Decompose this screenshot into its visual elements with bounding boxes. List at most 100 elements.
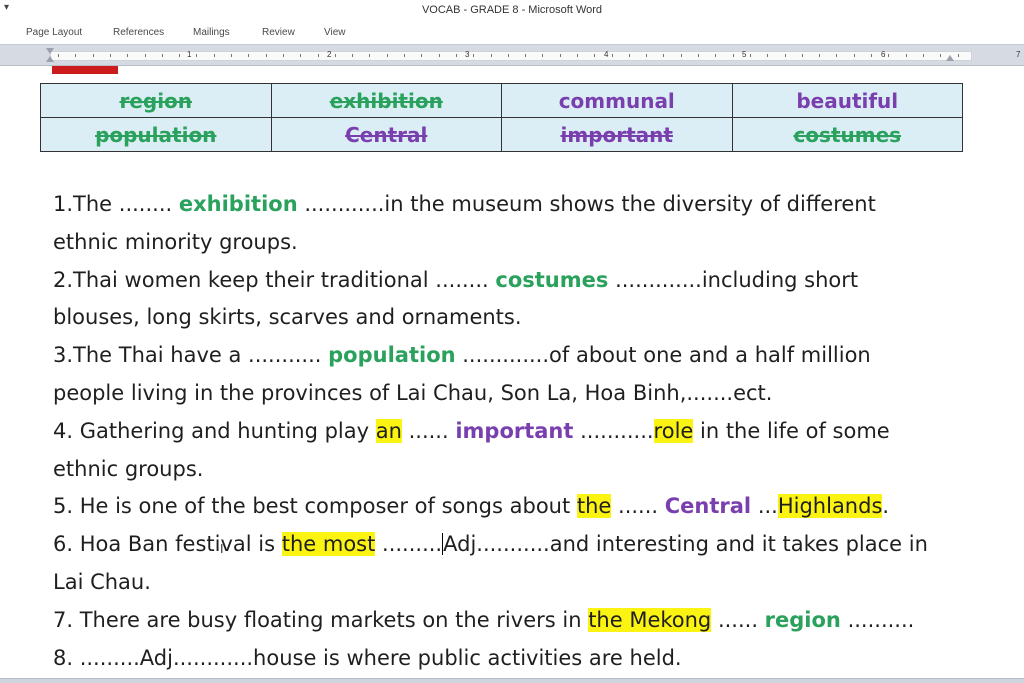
ruler-tick	[594, 54, 595, 57]
sentence-text: 8. .........Adj............house is wher…	[53, 645, 682, 670]
sentence-text: ......	[401, 418, 456, 443]
word-box-word: Central	[345, 122, 428, 147]
word-box-cell: communal	[501, 83, 733, 118]
ruler-tick	[785, 54, 786, 57]
ruler-tick	[266, 54, 267, 57]
sentence-line: 3.The Thai have a ........... population…	[53, 337, 953, 375]
ruler-tick	[127, 54, 128, 57]
sentence-text: 7. There are busy floating markets on th…	[53, 607, 589, 632]
exercise-badge	[52, 66, 118, 74]
highlighted-word: Highlands	[777, 494, 883, 519]
sentence-text: .	[882, 494, 890, 519]
sentence-line: ethnic groups.	[53, 451, 953, 489]
sentence-text: 2.Thai women keep their traditional ....…	[53, 267, 496, 292]
ruler-tick	[162, 54, 163, 57]
sentence-text: 5. He is one of the best composer of son…	[53, 494, 577, 519]
word-box-word: region	[119, 88, 193, 113]
sentence-text: 6. Hoa Ban festival is	[53, 532, 282, 557]
ruler-tick	[75, 54, 76, 57]
indent-marker-icon[interactable]	[46, 48, 55, 64]
ruler-tick	[836, 54, 837, 57]
ruler-tick	[888, 54, 889, 57]
highlighted-word: the most	[281, 532, 376, 557]
sentence-text: ethnic groups.	[53, 456, 204, 481]
ruler-number: 1	[187, 50, 192, 59]
ruler-tick	[906, 54, 907, 57]
sentence-text: 4. Gathering and hunting play	[53, 418, 376, 443]
ruler-tick	[733, 54, 734, 57]
status-bar	[0, 678, 1024, 683]
highlighted-word: role	[653, 418, 694, 443]
word-box-word: important	[560, 122, 673, 147]
answer-word: Central	[664, 494, 752, 519]
word-box-word: costumes	[793, 122, 902, 147]
ruler-tick	[439, 54, 440, 57]
ruler-tick	[871, 54, 872, 57]
right-indent-marker-icon[interactable]	[946, 55, 954, 61]
tab-page-layout[interactable]: Page Layout	[26, 27, 82, 38]
ruler-tick	[819, 54, 820, 57]
answer-word: important	[455, 418, 574, 443]
ruler-tick	[58, 54, 59, 57]
tab-view[interactable]: View	[324, 27, 346, 38]
word-box-cell: important	[501, 117, 733, 152]
sentence-line: 6. Hoa Ban festival is the most ........…	[53, 526, 953, 564]
answer-word: costumes	[495, 267, 609, 292]
ruler-tick	[335, 54, 336, 57]
ruler-tick	[577, 54, 578, 57]
ruler-tick	[940, 54, 941, 57]
sentence-text: ethnic minority groups.	[53, 229, 298, 254]
ruler-tick	[715, 54, 716, 57]
word-box-cell: Central	[270, 117, 502, 152]
sentence-text: blouses, long skirts, scarves and orname…	[53, 305, 522, 330]
ribbon-tabs: Page Layout References Mailings Review V…	[0, 22, 1024, 44]
ruler-tick	[179, 54, 180, 57]
ruler-tick	[646, 54, 647, 57]
sentence-line: people living in the provinces of Lai Ch…	[53, 375, 953, 413]
exercise-sentences[interactable]: 1.The ........ exhibition ............in…	[53, 186, 953, 677]
ruler-tick	[681, 54, 682, 57]
ruler-number: 5	[742, 50, 747, 59]
sentence-text: ............in the museum shows the dive…	[297, 192, 876, 216]
word-box-word: beautiful	[796, 88, 899, 113]
ruler-tick	[283, 54, 284, 57]
answer-word: region	[764, 607, 841, 632]
word-box-word: communal	[558, 88, 675, 113]
ruler-tick	[93, 54, 94, 57]
document-page[interactable]: region exhibition communal beautiful populat…	[0, 66, 1024, 678]
sentence-text: ...........	[573, 418, 654, 443]
tab-references[interactable]: References	[113, 27, 164, 38]
ruler-tick	[698, 54, 699, 57]
ruler-tick	[196, 54, 197, 57]
window-title: VOCAB - GRADE 8 - Microsoft Word	[421, 4, 603, 16]
sentence-line: 8. .........Adj............house is wher…	[53, 640, 953, 678]
sentence-text: ......	[611, 494, 665, 519]
word-box-cell: population	[40, 117, 272, 152]
horizontal-ruler: 1 2 3 4 5 6 7	[0, 44, 1024, 66]
ruler-tick	[525, 54, 526, 57]
sentence-line: 2.Thai women keep their traditional ....…	[53, 262, 953, 300]
ruler-number: 7	[1016, 50, 1021, 59]
highlighted-word: an	[375, 418, 402, 443]
ruler-tick	[750, 54, 751, 57]
tab-review[interactable]: Review	[262, 27, 295, 38]
ruler-tick	[629, 54, 630, 57]
word-box-cell: costumes	[731, 117, 963, 152]
sentence-text: .............of about one and a half mil…	[455, 343, 871, 368]
word-box-cell: exhibition	[270, 83, 502, 118]
ruler-tick	[767, 54, 768, 57]
ruler-tick	[404, 54, 405, 57]
tab-mailings[interactable]: Mailings	[193, 27, 230, 38]
sentence-text: Adj...........and interesting and it tak…	[443, 532, 928, 557]
sentence-line: 4. Gathering and hunting play an ...... …	[53, 413, 953, 451]
ruler-tick	[248, 54, 249, 57]
sentence-text: Lai Chau.	[53, 569, 151, 594]
word-box-row: region exhibition communal beautiful	[40, 83, 963, 118]
sentence-line: 5. He is one of the best composer of son…	[53, 488, 953, 526]
ruler-tick	[854, 54, 855, 57]
sentence-text: ......	[711, 607, 765, 632]
ruler-tick	[214, 54, 215, 57]
mouse-ibeam-cursor-icon: I	[220, 542, 224, 556]
answer-word: population	[328, 343, 456, 368]
ruler-tick	[473, 54, 474, 57]
